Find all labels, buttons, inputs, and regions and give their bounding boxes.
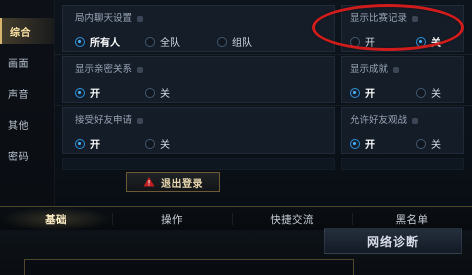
relationship-card: 显示亲密关系 开 关: [62, 56, 335, 103]
chat-setting-card: 局内聊天设置 所有人 全队 组队: [62, 5, 335, 52]
tab-label: 基础: [45, 213, 67, 226]
friend-spectate-card: 允许好友观战 开 关: [341, 107, 464, 154]
relationship-off-label: 关: [160, 89, 170, 100]
sidebar-item-label: 声音: [8, 89, 29, 101]
achievements-on[interactable]: 开: [350, 85, 375, 100]
settings-content: 局内聊天设置 所有人 全队 组队 显示比赛记录 开 关 显示亲密关系 开 关 显…: [54, 0, 472, 206]
sidebar-item-graphics[interactable]: 画面: [0, 49, 54, 75]
radio-checked-icon: [75, 138, 85, 149]
row-divider: [54, 105, 472, 106]
friend-requests-off[interactable]: 关: [145, 136, 170, 151]
achievements-title-text: 显示成就: [350, 64, 389, 75]
match-record-off-label: 关: [431, 38, 441, 49]
match-record-on[interactable]: 开: [350, 34, 375, 49]
friend-requests-off-label: 关: [160, 140, 170, 151]
match-record-off[interactable]: 关: [416, 34, 441, 49]
chat-setting-title-text: 局内聊天设置: [75, 13, 133, 24]
info-icon: [393, 66, 400, 73]
chat-option-all-label: 所有人: [90, 38, 120, 49]
friend-requests-on-label: 开: [90, 140, 100, 151]
logout-label: 退出登录: [161, 178, 203, 190]
row-divider: [54, 54, 472, 55]
info-icon: [137, 66, 144, 73]
achievements-off-label: 关: [431, 89, 441, 100]
friend-requests-title-text: 接受好友申请: [75, 115, 133, 126]
match-record-on-label: 开: [365, 38, 375, 49]
chat-setting-title: 局内聊天设置: [75, 10, 144, 24]
relationship-on[interactable]: 开: [75, 85, 100, 100]
tab-label: 操作: [161, 213, 183, 226]
friend-spectate-off[interactable]: 关: [416, 136, 441, 151]
bottom-tabs: 基础 操作 快捷交流 黑名单: [0, 206, 472, 233]
info-icon: [412, 15, 419, 22]
friend-spectate-title-text: 允许好友观战: [350, 115, 408, 126]
sidebar-item-general[interactable]: 综合: [0, 18, 54, 44]
radio-unchecked-icon: [416, 138, 426, 149]
network-diagnose-button[interactable]: 网络诊断: [324, 228, 462, 254]
achievements-off[interactable]: 关: [416, 85, 441, 100]
radio-unchecked-icon: [145, 87, 155, 98]
sidebar-item-label: 综合: [10, 27, 31, 39]
settings-sidebar: 综合 画面 声音 其他 密码: [0, 0, 55, 206]
radio-checked-icon: [75, 36, 85, 47]
achievements-card: 显示成就 开 关: [341, 56, 464, 103]
radio-checked-icon: [350, 87, 360, 98]
chat-option-party-label: 组队: [232, 38, 252, 49]
bottom-input-area: [24, 259, 354, 275]
radio-unchecked-icon: [145, 138, 155, 149]
sidebar-item-other[interactable]: 其他: [0, 111, 54, 137]
sidebar-item-label: 画面: [8, 58, 29, 70]
relationship-off[interactable]: 关: [145, 85, 170, 100]
sidebar-item-sound[interactable]: 声音: [0, 80, 54, 106]
sidebar-item-label: 其他: [8, 120, 29, 132]
achievements-on-label: 开: [365, 89, 375, 100]
chat-option-team[interactable]: 全队: [145, 34, 180, 49]
tab-label: 快捷交流: [270, 213, 314, 226]
match-record-card: 显示比赛记录 开 关: [341, 5, 464, 52]
tab-label: 黑名单: [395, 213, 429, 226]
info-icon: [137, 117, 144, 124]
friend-requests-on[interactable]: 开: [75, 136, 100, 151]
friend-spectate-title: 允许好友观战: [350, 112, 419, 126]
friend-spectate-off-label: 关: [431, 140, 441, 151]
logout-button[interactable]: 退出登录: [126, 172, 220, 192]
relationship-on-label: 开: [90, 89, 100, 100]
network-diagnose-label: 网络诊断: [366, 234, 419, 249]
radio-unchecked-icon: [416, 87, 426, 98]
next-row-hint-left: [62, 158, 335, 170]
relationship-title-text: 显示亲密关系: [75, 64, 133, 75]
info-icon: [412, 117, 419, 124]
friend-spectate-on[interactable]: 开: [350, 136, 375, 151]
radio-unchecked-icon: [145, 36, 155, 47]
sidebar-item-label: 密码: [8, 151, 29, 163]
tab-controls[interactable]: 操作: [112, 207, 232, 231]
settings-screen: 综合 画面 声音 其他 密码 局内聊天设置 所有人 全队 组队 显示比赛记录 开…: [0, 0, 472, 275]
radio-checked-icon: [416, 36, 426, 47]
radio-checked-icon: [75, 87, 85, 98]
chat-option-all[interactable]: 所有人: [75, 34, 120, 49]
info-icon: [137, 15, 144, 22]
match-record-title-text: 显示比赛记录: [350, 13, 408, 24]
friend-requests-title: 接受好友申请: [75, 112, 144, 126]
chat-option-party[interactable]: 组队: [217, 34, 252, 49]
relationship-title: 显示亲密关系: [75, 61, 144, 75]
match-record-title: 显示比赛记录: [350, 10, 419, 24]
warning-icon: [143, 177, 155, 187]
radio-unchecked-icon: [217, 36, 227, 47]
friend-spectate-on-label: 开: [365, 140, 375, 151]
achievements-title: 显示成就: [350, 61, 400, 75]
friend-requests-card: 接受好友申请 开 关: [62, 107, 335, 154]
sidebar-item-password[interactable]: 密码: [0, 142, 54, 168]
chat-option-team-label: 全队: [160, 38, 180, 49]
radio-checked-icon: [350, 138, 360, 149]
next-row-hint-right: [341, 158, 464, 170]
radio-unchecked-icon: [350, 36, 360, 47]
